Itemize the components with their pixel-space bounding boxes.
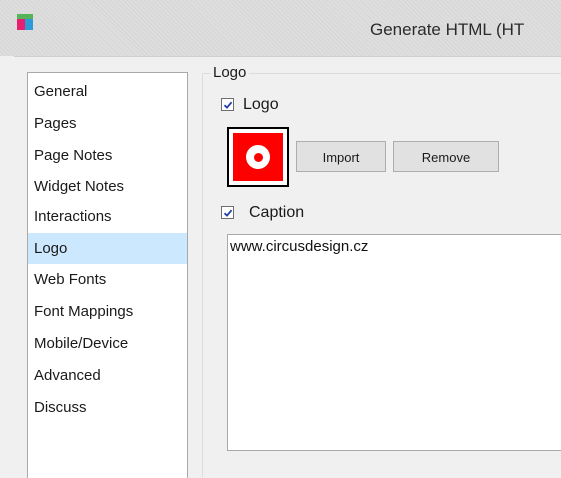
settings-nav-list[interactable]: General Pages Page Notes Widget Notes In…: [27, 72, 188, 478]
logo-preview: [227, 127, 289, 187]
caption-checkbox-label[interactable]: Caption: [249, 204, 304, 222]
group-border: [202, 73, 561, 74]
nav-item-web-fonts[interactable]: Web Fonts: [28, 264, 187, 295]
group-border: [202, 73, 203, 477]
title-bar: Generate HTML (HT: [0, 0, 561, 57]
nav-item-interactions[interactable]: Interactions: [28, 201, 187, 232]
nav-item-discuss[interactable]: Discuss: [28, 392, 187, 423]
logo-group-title: Logo: [210, 64, 250, 82]
checkmark-icon: [223, 209, 233, 217]
circle-logo-icon: [233, 133, 283, 181]
caption-checkbox[interactable]: [221, 206, 234, 219]
window-title: Generate HTML (HT: [370, 20, 525, 39]
app-icon[interactable]: [17, 14, 33, 30]
import-button[interactable]: Import: [296, 141, 386, 172]
nav-item-page-notes[interactable]: Page Notes: [28, 140, 187, 171]
nav-item-logo[interactable]: Logo: [28, 233, 187, 264]
caption-text[interactable]: www.circusdesign.cz: [230, 238, 368, 255]
nav-item-general[interactable]: General: [28, 76, 187, 107]
logo-checkbox-label[interactable]: Logo: [243, 96, 279, 114]
nav-item-widget-notes[interactable]: Widget Notes: [28, 171, 187, 202]
logo-checkbox[interactable]: [221, 98, 234, 111]
nav-item-mobile-device[interactable]: Mobile/Device: [28, 328, 187, 359]
window-border: [0, 56, 14, 477]
nav-item-advanced[interactable]: Advanced: [28, 360, 187, 391]
checkmark-icon: [223, 101, 233, 109]
nav-item-pages[interactable]: Pages: [28, 108, 187, 139]
caption-textarea[interactable]: www.circusdesign.cz: [227, 234, 561, 451]
remove-button[interactable]: Remove: [393, 141, 499, 172]
nav-item-font-mappings[interactable]: Font Mappings: [28, 296, 187, 327]
